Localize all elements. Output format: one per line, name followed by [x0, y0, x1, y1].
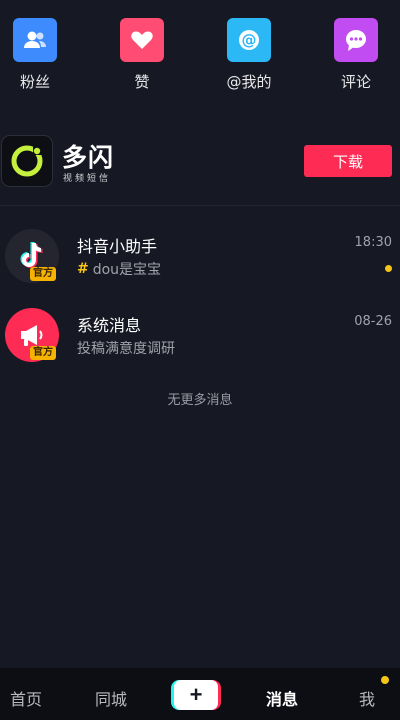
plus-icon: + — [174, 680, 218, 710]
app-name: 多闪 — [62, 143, 115, 172]
message-preview-text: dou是宝宝 — [92, 262, 162, 278]
tab-nearby[interactable]: 同城 — [95, 686, 127, 710]
message-title: 抖音小助手 — [77, 237, 158, 256]
quick-action-label: 粉丝 — [19, 73, 50, 91]
tab-home[interactable]: 首页 — [10, 686, 42, 710]
app-subtitle: 视频短信 — [63, 174, 112, 184]
quick-action-likes[interactable]: 赞 — [107, 18, 177, 92]
message-time: 18:30 — [354, 235, 392, 250]
quick-action-label: 评论 — [340, 73, 371, 91]
app-promo-banner: 多闪 视频短信 下载 — [0, 135, 400, 189]
message-item-assistant[interactable]: 官方 抖音小助手 18:30 # dou是宝宝 — [0, 229, 400, 289]
message-preview: 投稿满意度调研 — [77, 338, 175, 358]
tab-messages[interactable]: 消息 — [266, 686, 298, 710]
me-notification-dot — [381, 676, 389, 684]
quick-actions-row: 粉丝 赞 @ @我的 评论 — [0, 18, 400, 94]
at-icon: @ — [227, 18, 271, 62]
svg-text:@: @ — [242, 31, 257, 49]
comment-icon — [334, 18, 378, 62]
quick-action-mentions[interactable]: @ @我的 — [214, 18, 284, 92]
duoshan-logo-icon — [1, 135, 53, 187]
hashtag-icon: # — [77, 261, 89, 277]
divider — [0, 205, 400, 206]
quick-action-label: @我的 — [226, 73, 272, 91]
unread-dot — [385, 265, 392, 272]
add-video-button[interactable]: + — [171, 680, 221, 710]
message-preview: # dou是宝宝 — [77, 259, 161, 279]
official-badge: 官方 — [30, 267, 56, 281]
message-preview-text: 投稿满意度调研 — [77, 341, 175, 357]
no-more-messages-text: 无更多消息 — [167, 393, 233, 408]
download-button[interactable]: 下载 — [304, 145, 392, 177]
quick-action-comments[interactable]: 评论 — [321, 18, 391, 92]
official-badge: 官方 — [30, 346, 56, 360]
quick-action-label: 赞 — [134, 73, 150, 91]
message-item-system[interactable]: 官方 系统消息 08-26 投稿满意度调研 — [0, 308, 400, 368]
message-time: 08-26 — [354, 314, 392, 329]
fans-icon — [13, 18, 57, 62]
message-title: 系统消息 — [77, 316, 142, 335]
tab-me[interactable]: 我 — [359, 686, 375, 710]
bottom-tab-bar: 首页 同城 + 消息 我 — [0, 668, 400, 720]
heart-icon — [120, 18, 164, 62]
quick-action-fans[interactable]: 粉丝 — [0, 18, 70, 92]
